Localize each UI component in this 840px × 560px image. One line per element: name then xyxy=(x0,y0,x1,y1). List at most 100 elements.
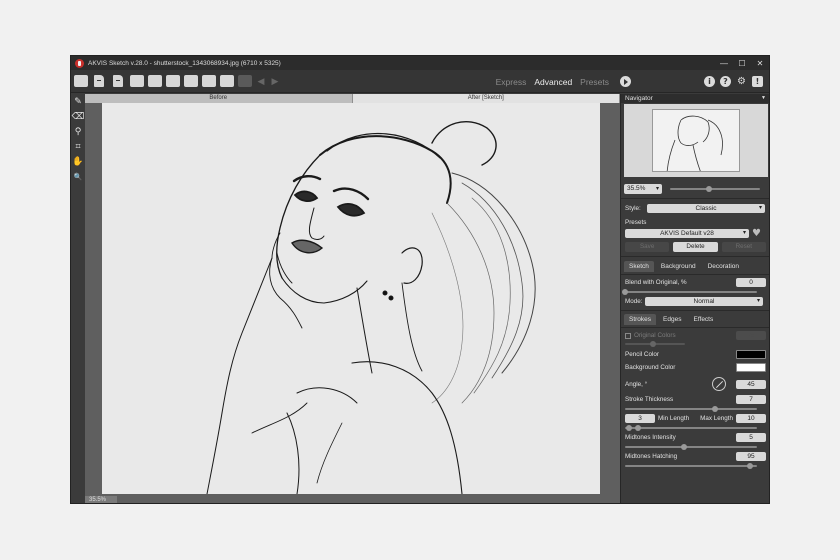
tools-bar: ✎ ⌫ ⚲ ⌗ ✋ 🔍 xyxy=(71,94,85,503)
tab-edges[interactable]: Edges xyxy=(658,314,686,325)
midtones-intensity-slider-knob[interactable] xyxy=(681,444,688,450)
navigator-title: Navigator xyxy=(625,95,653,102)
main-toolbar: ◀ ▶ xyxy=(71,70,769,93)
original-colors-slider[interactable] xyxy=(625,341,685,347)
save-preset-button[interactable]: Save xyxy=(625,241,670,252)
redo-icon[interactable]: ▶ xyxy=(270,76,280,87)
minimize-button[interactable]: — xyxy=(715,56,733,70)
min-length-knob[interactable] xyxy=(626,425,632,431)
stroke-thickness-slider-knob[interactable] xyxy=(711,406,718,412)
midtones-hatching-slider-knob[interactable] xyxy=(747,463,754,469)
reset-preset-button[interactable]: Reset xyxy=(721,241,766,252)
tab-before[interactable]: Before xyxy=(85,94,353,103)
midtones-hatching-value[interactable]: 95 xyxy=(736,452,766,461)
navigator-preview[interactable] xyxy=(624,104,768,177)
angle-value[interactable]: 45 xyxy=(736,379,766,389)
favorite-heart-icon[interactable]: ♥ xyxy=(752,228,761,239)
original-colors-slider-knob[interactable] xyxy=(650,341,656,347)
length-row: 3 Min Length Max Length 10 xyxy=(621,413,769,424)
settings-icon[interactable]: ⚙ xyxy=(736,76,747,87)
compare-icon[interactable] xyxy=(238,75,252,87)
length-range-slider[interactable] xyxy=(625,425,757,431)
max-length-knob[interactable] xyxy=(635,425,641,431)
zoom-level-badge: 35.5% xyxy=(85,496,117,503)
crop-tool-icon[interactable]: ⌗ xyxy=(71,139,85,154)
tab-strokes[interactable]: Strokes xyxy=(624,314,657,325)
mode-advanced[interactable]: Advanced xyxy=(534,77,572,87)
help-icons: i ? ⚙ ! xyxy=(704,70,763,93)
mode-express[interactable]: Express xyxy=(496,77,527,87)
tab-decoration[interactable]: Decoration xyxy=(703,261,744,272)
navigator-header: Navigator ▼ xyxy=(621,94,769,103)
tab-after[interactable]: After [Sketch] xyxy=(352,94,620,103)
check-icon[interactable] xyxy=(220,75,234,87)
open-image-icon[interactable] xyxy=(74,75,88,87)
share-icon[interactable] xyxy=(166,75,180,87)
blend-label: Blend with Original, % xyxy=(625,279,687,286)
help-icon[interactable]: ? xyxy=(720,76,731,87)
midtones-intensity-value[interactable]: 5 xyxy=(736,433,766,442)
background-color-swatch[interactable] xyxy=(736,363,766,372)
edit-icon[interactable] xyxy=(202,75,216,87)
save-file-icon[interactable] xyxy=(113,75,123,87)
tab-background[interactable]: Background xyxy=(656,261,701,272)
blend-slider[interactable] xyxy=(622,289,757,295)
stroke-thickness-slider[interactable] xyxy=(625,406,757,412)
notification-icon[interactable]: ! xyxy=(752,76,763,87)
blend-value[interactable]: 0 xyxy=(736,278,766,287)
info-icon[interactable]: i xyxy=(704,76,715,87)
zoom-slider[interactable] xyxy=(670,186,760,192)
sketch-image[interactable] xyxy=(102,103,600,494)
main-tabs: Sketch Background Decoration xyxy=(621,261,769,272)
eraser-tool-icon[interactable]: ⌫ xyxy=(71,109,85,124)
hand-tool-icon[interactable]: ✋ xyxy=(71,154,85,169)
midtones-hatching-slider[interactable] xyxy=(625,463,757,469)
original-colors-label: Original Colors xyxy=(634,332,676,339)
original-colors-value[interactable]: 75 xyxy=(736,331,766,340)
open-file-icon[interactable] xyxy=(94,75,104,87)
mode-dropdown[interactable]: Normal xyxy=(645,297,763,306)
style-dropdown[interactable]: Classic xyxy=(647,204,765,213)
sub-tabs: Strokes Edges Effects xyxy=(621,314,769,325)
tab-effects[interactable]: Effects xyxy=(688,314,718,325)
stroke-thickness-value[interactable]: 7 xyxy=(736,395,766,404)
pencil-tool-icon[interactable]: ✎ xyxy=(71,94,85,109)
tab-sketch[interactable]: Sketch xyxy=(624,261,654,272)
pencil-color-swatch[interactable] xyxy=(736,350,766,359)
blend-slider-knob[interactable] xyxy=(622,289,628,295)
close-button[interactable]: ✕ xyxy=(751,56,769,70)
min-length-label: Min Length xyxy=(658,415,690,422)
length-slider-wrap xyxy=(621,424,769,432)
run-icon[interactable] xyxy=(620,76,631,87)
window-controls: — ☐ ✕ xyxy=(715,56,769,70)
zoom-slider-knob[interactable] xyxy=(705,186,712,192)
angle-dial-icon[interactable] xyxy=(712,377,726,391)
title-bar: AKVIS Sketch v.28.0 - shutterstock_13430… xyxy=(71,56,769,70)
batch-icon[interactable] xyxy=(148,75,162,87)
presets-label: Presets xyxy=(625,219,647,226)
min-length-value[interactable]: 3 xyxy=(625,414,655,423)
undo-icon[interactable]: ◀ xyxy=(256,76,266,87)
link-icon[interactable] xyxy=(184,75,198,87)
zoom-tool-icon[interactable]: 🔍 xyxy=(71,169,85,184)
zoom-select[interactable]: 35.5% xyxy=(624,184,662,194)
max-length-value[interactable]: 10 xyxy=(736,414,766,423)
background-color-row: Background Color xyxy=(621,362,769,373)
preview-tool-icon[interactable]: ⚲ xyxy=(71,124,85,139)
app-window: AKVIS Sketch v.28.0 - shutterstock_13430… xyxy=(70,55,770,504)
print-icon[interactable] xyxy=(130,75,144,87)
divider xyxy=(621,327,769,328)
maximize-button[interactable]: ☐ xyxy=(733,56,751,70)
navigator-collapse-icon[interactable]: ▼ xyxy=(761,94,766,103)
pencil-color-label: Pencil Color xyxy=(625,351,659,358)
blend-row: Blend with Original, % 0 xyxy=(621,277,769,288)
stroke-thickness-slider-wrap xyxy=(621,405,769,413)
original-colors-checkbox[interactable] xyxy=(625,332,631,339)
midtones-intensity-slider[interactable] xyxy=(625,444,757,450)
style-row: Style: Classic xyxy=(621,203,769,214)
navigator-viewport[interactable] xyxy=(652,109,740,172)
portrait-sketch-illustration xyxy=(102,103,600,494)
delete-preset-button[interactable]: Delete xyxy=(673,241,718,252)
preset-dropdown[interactable]: AKVIS Default v28 xyxy=(625,229,749,238)
mode-presets[interactable]: Presets xyxy=(580,77,609,87)
